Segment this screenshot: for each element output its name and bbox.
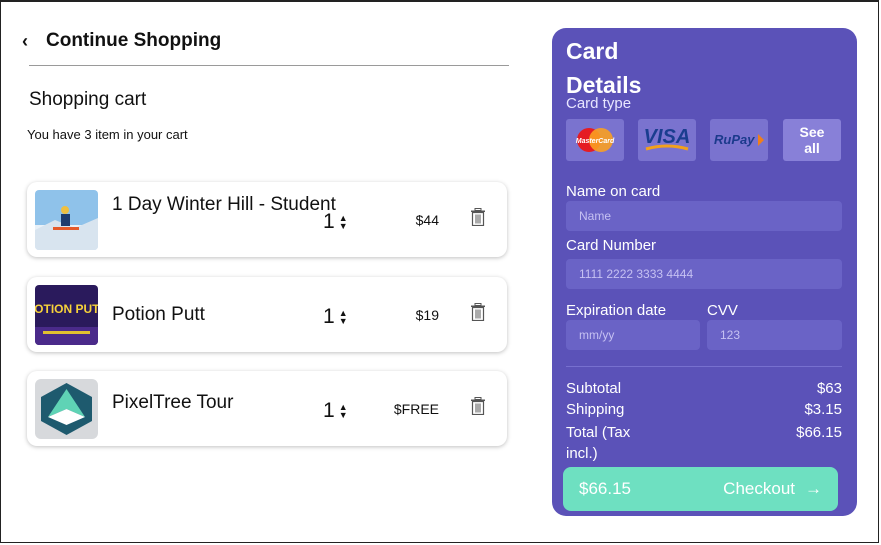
cart-item: PixelTree Tour 1 ▲ ▼ $FREE [27,371,507,446]
item-qty: 1 [323,305,335,328]
quantity-stepper[interactable]: 1 ▲ ▼ [323,305,348,329]
total-value: $66.15 [796,424,842,441]
cart-title: Shopping cart [29,89,147,110]
shipping-label: Shipping [566,401,625,418]
visa-logo-icon: VISA [644,126,690,151]
svg-text:MasterCard: MasterCard [576,138,615,145]
item-thumbnail: POTION PUTT [35,285,98,345]
card-number-label: Card Number [566,237,657,254]
item-price: $44 [415,212,439,228]
item-name: Potion Putt [112,304,205,325]
quantity-stepper[interactable]: 1 ▲ ▼ [323,399,348,423]
item-name: 1 Day Winter Hill - Student [112,194,336,215]
stepper-arrows-icon[interactable]: ▲ ▼ [339,403,348,420]
item-price: $19 [415,307,439,323]
subtotal-row: Subtotal $63 [566,380,842,398]
quantity-stepper[interactable]: 1 ▲ ▼ [323,210,348,234]
item-name: PixelTree Tour [112,392,234,413]
card-number-input[interactable]: 1111 2222 3333 4444 [566,259,842,289]
mastercard-logo-icon: MasterCard [576,128,615,152]
stepper-arrows-icon[interactable]: ▲ ▼ [339,214,348,231]
cvv-input[interactable]: 123 [707,320,842,350]
name-input[interactable]: Name [566,201,842,231]
subtotal-label: Subtotal [566,380,622,397]
trash-icon[interactable] [471,303,485,322]
checkout-label: Checkout [723,479,795,498]
item-thumbnail [35,190,98,250]
cart-item: POTION PUTT Potion Putt 1 ▲▼ $19 [27,277,507,352]
mastercard-option[interactable]: MasterCard [566,119,624,161]
divider [29,65,509,66]
expiration-date-label: Expiration date [566,302,667,319]
cart-subtitle: You have 3 item in your cart [27,127,188,142]
cart-item: 1 Day Winter Hill - Student 1 ▲ ▼ $44 [27,182,507,257]
thumb-logo-text: POTION PUTT [35,302,98,316]
name-on-card-label: Name on card [566,183,661,200]
stepper-arrows-icon[interactable]: ▲ ▼ [339,309,348,326]
checkout-button[interactable]: $66.15 Checkout → [563,467,838,511]
cvv-label: CVV [707,302,738,319]
continue-shopping-link[interactable]: ‹ Continue Shopping [22,30,221,52]
rupay-logo-icon: RuPay [714,132,764,147]
trash-icon[interactable] [471,397,485,416]
visa-option[interactable]: VISA [638,119,696,161]
expiration-date-input[interactable]: mm/yy [566,320,700,350]
trash-icon[interactable] [471,208,485,227]
shipping-value: $3.15 [804,401,842,418]
divider [566,366,842,367]
total-label: Total (Tax incl.) [566,424,631,462]
card-title: Card Details [566,38,642,98]
shipping-row: Shipping $3.15 [566,401,842,419]
item-qty: 1 [323,210,335,233]
svg-text:RuPay: RuPay [714,132,755,147]
rupay-option[interactable]: RuPay [710,119,768,161]
item-thumbnail [35,379,98,439]
card-type-label: Card type [566,95,632,112]
total-row: Total (Tax incl.) $66.15 [566,422,842,464]
see-all-cards-button[interactable]: See all [783,119,841,161]
subtotal-value: $63 [816,380,842,397]
item-price: $FREE [393,401,439,417]
checkout-amount: $66.15 [579,479,631,498]
card-details-panel: Card Details Card type MasterCard VISA R… [552,28,857,516]
arrow-right-icon: → [805,479,822,498]
continue-shopping-label: Continue Shopping [46,30,222,51]
chevron-left-icon: ‹ [22,30,28,51]
item-qty: 1 [323,399,335,422]
